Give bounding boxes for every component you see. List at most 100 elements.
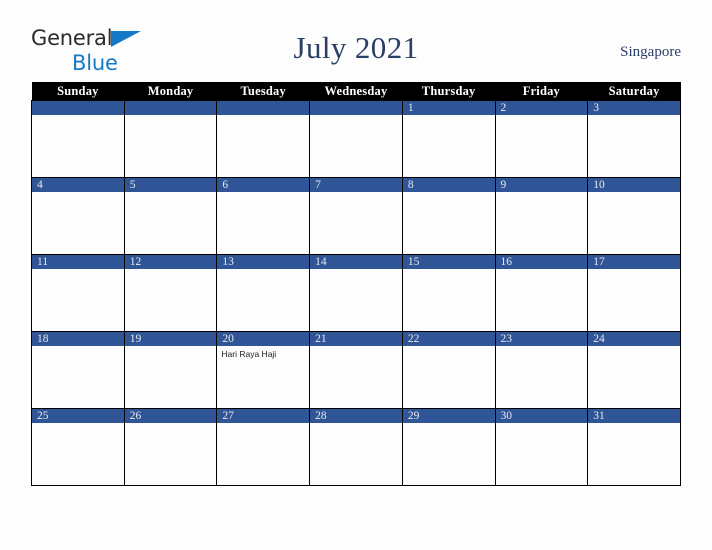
day-content xyxy=(403,115,494,118)
calendar-day-cell[interactable]: 24 xyxy=(587,331,681,409)
calendar-week-row: 11 12 13 14 15 16 17 xyxy=(31,254,681,332)
calendar-day-cell[interactable]: 15 xyxy=(401,254,496,332)
calendar-container: Sunday Monday Tuesday Wednesday Thursday… xyxy=(31,82,681,486)
calendar-day-cell[interactable]: 26 xyxy=(123,408,218,486)
day-number: 7 xyxy=(310,178,402,192)
calendar-day-cell[interactable]: 19 xyxy=(123,331,218,409)
day-content xyxy=(496,346,587,349)
day-number: 19 xyxy=(125,332,216,346)
calendar-day-cell[interactable]: 12 xyxy=(123,254,218,332)
calendar-day-cell[interactable]: 11 xyxy=(31,254,125,332)
day-content xyxy=(496,423,587,426)
day-number: 25 xyxy=(32,409,124,423)
location-label: Singapore xyxy=(620,44,681,60)
day-content xyxy=(125,269,216,272)
calendar-day-cell[interactable]: 20 Hari Raya Haji xyxy=(216,331,311,409)
weekday-header-thursday: Thursday xyxy=(402,82,496,101)
calendar-day-cell[interactable]: 9 xyxy=(494,177,589,255)
calendar-day-cell[interactable]: 28 xyxy=(309,408,403,486)
calendar-day-cell[interactable]: 21 xyxy=(309,331,403,409)
day-content xyxy=(32,115,123,118)
day-number: 9 xyxy=(496,178,587,192)
calendar-day-cell[interactable]: 5 xyxy=(123,177,218,255)
calendar-day-cell[interactable] xyxy=(123,100,218,178)
day-number: 6 xyxy=(217,178,309,192)
day-number: 21 xyxy=(310,332,402,346)
day-content xyxy=(218,192,309,195)
day-number: 14 xyxy=(310,255,402,269)
calendar-week-row: 4 5 6 7 8 9 10 xyxy=(31,177,681,255)
day-number: 17 xyxy=(588,255,680,269)
day-content xyxy=(218,423,309,426)
day-number: 10 xyxy=(588,178,680,192)
calendar-week-row: 25 26 27 28 29 30 31 xyxy=(31,408,681,486)
calendar-day-cell[interactable]: 29 xyxy=(401,408,496,486)
calendar-day-cell[interactable]: 8 xyxy=(401,177,496,255)
calendar-day-cell[interactable]: 2 xyxy=(494,100,589,178)
day-number: 13 xyxy=(217,255,309,269)
day-content xyxy=(403,192,494,195)
calendar-day-cell[interactable]: 1 xyxy=(401,100,496,178)
calendar-day-cell[interactable] xyxy=(216,100,311,178)
day-content xyxy=(125,423,216,426)
calendar-day-cell[interactable]: 16 xyxy=(494,254,589,332)
day-content xyxy=(125,115,216,118)
calendar-day-cell[interactable]: 4 xyxy=(31,177,125,255)
day-number: 16 xyxy=(496,255,587,269)
day-number: 2 xyxy=(496,101,587,115)
day-number: 4 xyxy=(32,178,124,192)
day-event: Hari Raya Haji xyxy=(221,349,277,359)
day-number: 22 xyxy=(403,332,495,346)
day-content xyxy=(589,269,680,272)
day-content xyxy=(311,192,402,195)
day-number: 20 xyxy=(217,332,309,346)
calendar-day-cell[interactable]: 31 xyxy=(587,408,681,486)
day-content xyxy=(32,423,123,426)
day-content xyxy=(32,269,123,272)
weekday-header-saturday: Saturday xyxy=(587,82,681,101)
day-number: 1 xyxy=(403,101,495,115)
calendar-table: Sunday Monday Tuesday Wednesday Thursday… xyxy=(31,82,681,486)
day-content xyxy=(589,192,680,195)
day-number: 3 xyxy=(588,101,680,115)
day-content xyxy=(125,346,216,349)
calendar-day-cell[interactable]: 17 xyxy=(587,254,681,332)
day-number: 23 xyxy=(496,332,587,346)
calendar-day-cell[interactable]: 25 xyxy=(31,408,125,486)
day-number: 31 xyxy=(588,409,680,423)
calendar-day-cell[interactable]: 3 xyxy=(587,100,681,178)
day-content xyxy=(589,346,680,349)
day-content xyxy=(403,269,494,272)
calendar-day-cell[interactable] xyxy=(31,100,125,178)
calendar-day-cell[interactable]: 10 xyxy=(587,177,681,255)
calendar-day-cell[interactable]: 30 xyxy=(494,408,589,486)
day-number xyxy=(32,101,124,115)
calendar-day-cell[interactable] xyxy=(309,100,403,178)
calendar-day-cell[interactable]: 27 xyxy=(216,408,311,486)
calendar-day-cell[interactable]: 6 xyxy=(216,177,311,255)
day-number: 28 xyxy=(310,409,402,423)
calendar-day-cell[interactable]: 22 xyxy=(401,331,496,409)
day-content xyxy=(218,115,309,118)
calendar-day-cell[interactable]: 23 xyxy=(494,331,589,409)
day-content xyxy=(32,192,123,195)
calendar-header-row: Sunday Monday Tuesday Wednesday Thursday… xyxy=(31,82,681,101)
day-number: 29 xyxy=(403,409,495,423)
calendar-day-cell[interactable]: 7 xyxy=(309,177,403,255)
calendar-day-cell[interactable]: 14 xyxy=(309,254,403,332)
page-title: July 2021 xyxy=(293,30,419,65)
calendar-week-row: 1 2 3 xyxy=(31,100,681,178)
day-number xyxy=(125,101,216,115)
day-content xyxy=(125,192,216,195)
calendar-week-row: 18 19 20 Hari Raya Haji 21 22 23 24 xyxy=(31,331,681,409)
calendar-day-cell[interactable]: 13 xyxy=(216,254,311,332)
day-number xyxy=(217,101,309,115)
weekday-header-wednesday: Wednesday xyxy=(309,82,403,101)
calendar-day-cell[interactable]: 18 xyxy=(31,331,125,409)
day-number: 8 xyxy=(403,178,495,192)
day-number: 26 xyxy=(125,409,216,423)
day-content xyxy=(589,115,680,118)
day-content xyxy=(496,269,587,272)
weekday-header-friday: Friday xyxy=(495,82,588,101)
day-number: 12 xyxy=(125,255,216,269)
